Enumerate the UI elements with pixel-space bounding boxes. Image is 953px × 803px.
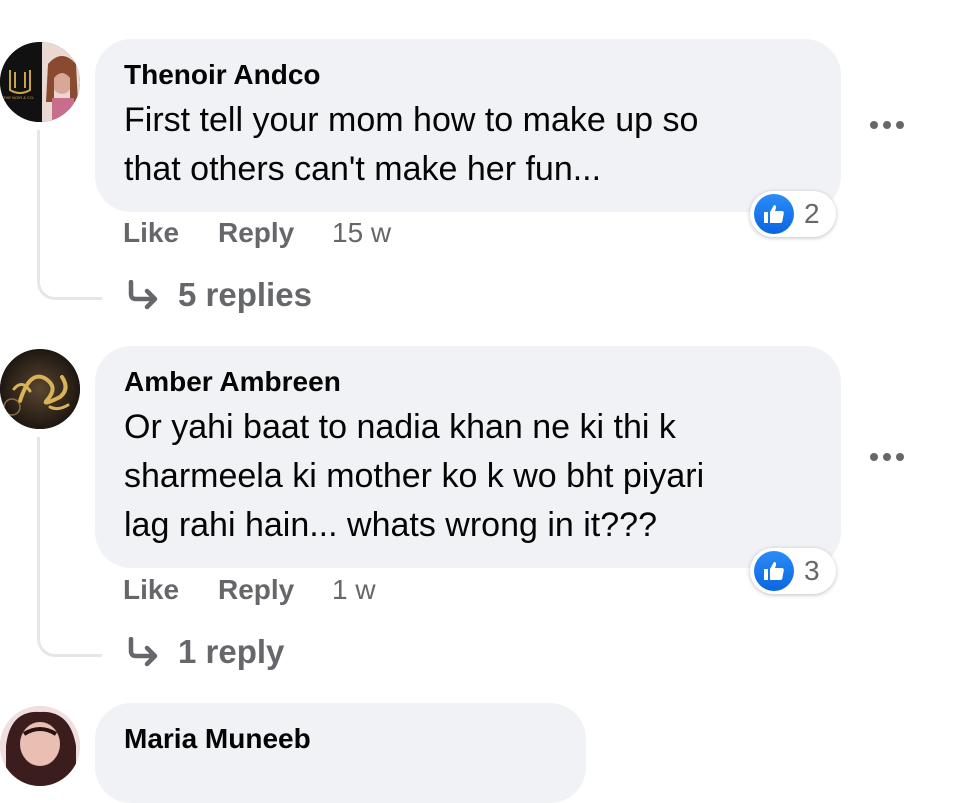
comment-bubble: Thenoir Andco First tell your mom how to… (95, 39, 841, 212)
avatar-image (0, 706, 80, 786)
comment-author[interactable]: Thenoir Andco (124, 59, 321, 91)
reply-arrow-icon (128, 280, 158, 310)
comment-text-line: Or yahi baat to nadia khan ne ki thi k (124, 408, 676, 446)
comment-timestamp[interactable]: 15 w (332, 217, 391, 249)
comment-text-line: lag rahi hain... whats wrong in it??? (124, 506, 657, 544)
thread-connector-line (37, 130, 102, 300)
reaction-badge[interactable]: 3 (750, 548, 836, 594)
replies-count-label: 5 replies (178, 276, 312, 313)
comment-bubble: Amber Ambreen Or yahi baat to nadia khan… (95, 346, 841, 568)
avatar-maria-muneeb[interactable] (0, 706, 80, 786)
comment-timestamp[interactable]: 1 w (332, 574, 376, 606)
like-button[interactable]: Like (123, 217, 179, 249)
view-replies-link[interactable]: 5 replies (127, 276, 312, 314)
reaction-count: 3 (804, 555, 820, 586)
reaction-count: 2 (804, 198, 820, 229)
reply-button[interactable]: Reply (218, 217, 294, 249)
reply-arrow-icon (128, 637, 158, 667)
comment-text: Or yahi baat to nadia khan ne ki thi k s… (124, 403, 704, 550)
comment-bubble: Maria Muneeb (95, 703, 586, 803)
like-thumb-icon (754, 194, 794, 234)
more-options-icon[interactable] (870, 121, 904, 129)
like-thumb-icon (754, 551, 794, 591)
avatar-image (0, 349, 80, 429)
reaction-badge[interactable]: 2 (750, 191, 836, 237)
comment-text-line: that others can't make her fun... (124, 150, 602, 188)
view-replies-link[interactable]: 1 reply (127, 633, 284, 671)
avatar-image (0, 42, 80, 122)
avatar-amber-ambreen[interactable] (0, 349, 80, 429)
thread-connector-line (37, 437, 102, 657)
comment-text-line: sharmeela ki mother ko k wo bht piyari (124, 457, 705, 495)
like-button[interactable]: Like (123, 574, 179, 606)
comment-author[interactable]: Amber Ambreen (124, 366, 341, 398)
replies-count-label: 1 reply (178, 633, 285, 670)
avatar-thenoir-andco[interactable]: THE NOIR & CO. (0, 42, 80, 122)
reply-button[interactable]: Reply (218, 574, 294, 606)
more-options-icon[interactable] (870, 453, 904, 461)
avatar-logo-text: THE NOIR & CO. (3, 95, 35, 100)
comment-text-line: First tell your mom how to make up so (124, 101, 699, 139)
comment-text: First tell your mom how to make up so th… (124, 96, 698, 194)
comment-author[interactable]: Maria Muneeb (124, 723, 311, 755)
